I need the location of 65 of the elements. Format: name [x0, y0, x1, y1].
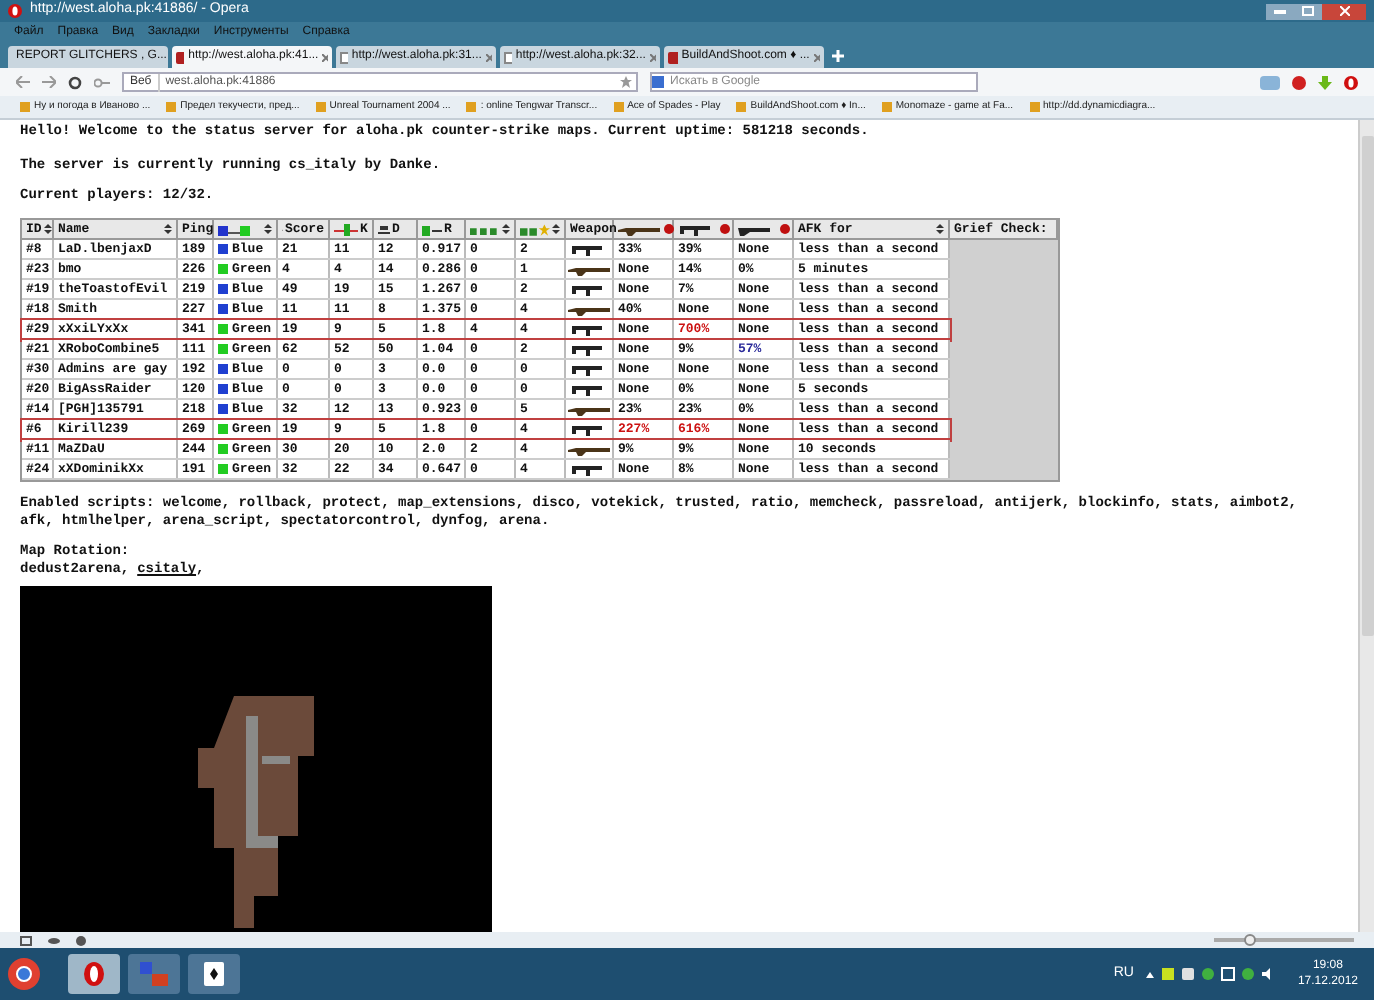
bookmark-icon [881, 102, 892, 112]
sort-icon[interactable] [43, 224, 52, 234]
plus-icon[interactable] [832, 50, 844, 62]
dot-icon [780, 224, 790, 234]
player-icon [334, 223, 358, 235]
blocks-icon [140, 962, 168, 986]
close-icon[interactable] [485, 53, 492, 61]
site-icon [668, 51, 678, 63]
close-icon[interactable] [813, 53, 820, 61]
star-icon [520, 223, 550, 235]
browser-logo-icon [8, 4, 22, 18]
back-icon[interactable] [16, 76, 30, 88]
close-button[interactable] [1322, 3, 1366, 19]
stop-icon[interactable] [1292, 75, 1306, 89]
cards-icon [204, 962, 224, 986]
bookmark-icon [166, 102, 177, 112]
sort-icon[interactable] [502, 224, 510, 234]
column-header[interactable] [466, 220, 516, 238]
reload-icon[interactable] [68, 75, 82, 89]
team-icon [218, 223, 250, 235]
panel-icon[interactable] [20, 935, 32, 945]
sort-icon[interactable] [936, 224, 944, 234]
page-icon [340, 51, 348, 63]
column-header[interactable] [516, 220, 566, 238]
gun-icon [618, 223, 662, 235]
minimize-button[interactable] [1266, 3, 1294, 19]
close-icon[interactable] [649, 53, 656, 61]
sort-icon[interactable] [164, 224, 172, 234]
site-icon [176, 51, 185, 63]
forward-icon[interactable] [42, 76, 56, 88]
star-icon[interactable] [620, 76, 632, 88]
taskbar-button[interactable] [68, 954, 120, 994]
column-header[interactable] [674, 220, 734, 238]
column-header[interactable] [214, 220, 278, 238]
chrome-logo-icon[interactable] [8, 958, 40, 990]
bookmark-icon [466, 102, 477, 112]
close-icon[interactable] [322, 53, 328, 61]
browser-logo-icon[interactable] [1344, 75, 1358, 89]
bookmark-icon [20, 102, 30, 112]
bookmark-icon [613, 102, 624, 112]
bookmark-icon [736, 102, 747, 112]
bookmark-icon [315, 102, 326, 112]
browser-logo-icon [84, 962, 104, 986]
bookmark-icon [1029, 102, 1040, 112]
player-icon [378, 223, 390, 235]
dot-icon [664, 224, 674, 234]
taskbar-button[interactable] [188, 954, 240, 994]
sort-icon[interactable] [552, 224, 560, 234]
column-header[interactable] [614, 220, 674, 238]
close-icon [1339, 6, 1349, 16]
key-icon[interactable] [94, 77, 110, 87]
column-header[interactable] [734, 220, 794, 238]
page-icon [504, 51, 512, 63]
maximize-button[interactable] [1294, 3, 1322, 19]
player-icon [422, 223, 442, 235]
minimize-icon [1274, 9, 1286, 13]
blocks-icon [470, 223, 500, 235]
maximize-icon [1302, 6, 1314, 16]
search-engine-icon [652, 76, 664, 88]
cloud-icon[interactable] [48, 936, 60, 944]
scrollbar[interactable] [1358, 120, 1374, 932]
sort-icon[interactable] [264, 224, 272, 234]
dot-icon [720, 224, 730, 234]
speedometer-icon[interactable] [76, 935, 86, 945]
slider-thumb[interactable] [1243, 934, 1255, 946]
